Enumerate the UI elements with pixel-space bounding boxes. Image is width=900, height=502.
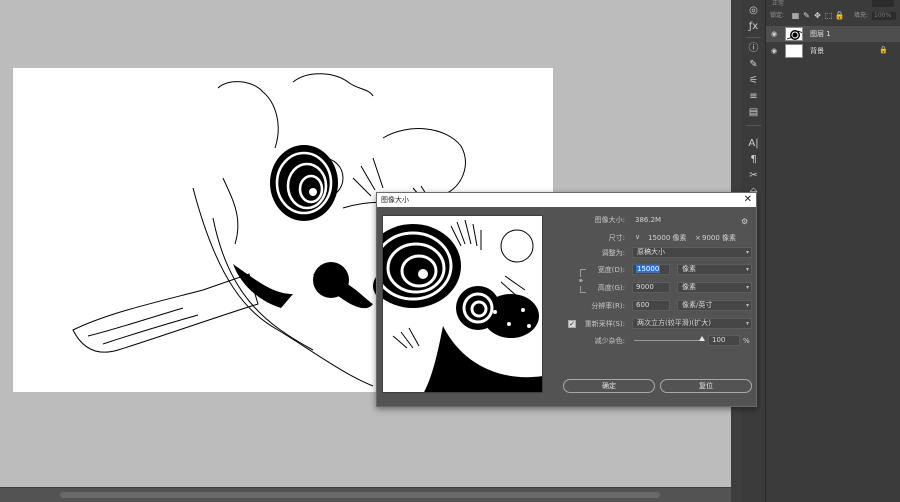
fx-icon[interactable]: ƒx xyxy=(745,20,762,34)
paragraph-icon[interactable]: ¶ xyxy=(745,153,762,167)
height-value: 9000 xyxy=(636,283,654,291)
dimensions-width: 15000 像素 xyxy=(648,234,687,242)
text-icon[interactable]: A| xyxy=(745,137,762,151)
layers-panel: 正常 锁定: ▦ ✎ ✥ ⬚ 🔒 填充: 100% ◉ 图层 1 ◉ 背景 🔒 xyxy=(766,0,900,502)
tools-icon[interactable]: ✂ xyxy=(745,169,762,183)
slider-thumb[interactable] xyxy=(699,336,705,341)
lock-artboard-icon[interactable]: ⬚ xyxy=(823,9,834,23)
visibility-eye-icon[interactable]: ◉ xyxy=(771,47,779,55)
opacity-field[interactable] xyxy=(872,0,894,7)
horizontal-scrollbar[interactable] xyxy=(0,487,731,502)
reduce-noise-input[interactable]: 100 xyxy=(708,335,740,346)
width-value: 15000 xyxy=(636,265,661,273)
chevron-down-icon: ▾ xyxy=(745,284,749,291)
reset-button[interactable]: 复位 xyxy=(660,379,752,393)
reduce-noise-label: 减少杂色: xyxy=(594,337,625,345)
scrollbar-thumb[interactable] xyxy=(60,492,660,498)
lock-row: 锁定: ▦ ✎ ✥ ⬚ 🔒 填充: 100% xyxy=(766,9,900,23)
fit-to-select[interactable]: 原稿大小 ▾ xyxy=(632,247,752,258)
resolution-value: 600 xyxy=(636,301,650,309)
resample-method-select[interactable]: 两次立方(较平滑)(扩大) ▾ xyxy=(632,318,752,329)
height-unit-select[interactable]: 像素 ▾ xyxy=(677,282,752,293)
chevron-down-icon: ▾ xyxy=(745,320,749,327)
layer-thumbnail xyxy=(785,27,803,41)
layer-name[interactable]: 图层 1 xyxy=(810,29,831,39)
percent-unit: % xyxy=(743,337,750,345)
image-size-dialog: 图像大小 ✕ 图像大小: 386.2M ⚙ 尺寸: ∨ 15000 像素 × 9… xyxy=(376,192,757,407)
lock-move-icon[interactable]: ✥ xyxy=(812,9,823,23)
gear-icon[interactable]: ⚙ xyxy=(741,217,748,226)
height-label: 高度(G): xyxy=(597,284,625,292)
dialog-title: 图像大小 xyxy=(381,196,409,204)
width-unit: 像素 xyxy=(682,265,696,273)
info-icon[interactable]: ⓘ xyxy=(745,42,762,56)
lock-transparency-icon[interactable]: ▦ xyxy=(790,9,801,23)
resolution-input[interactable]: 600 xyxy=(632,300,670,311)
fill-field[interactable]: 100% xyxy=(872,12,896,20)
dimensions-height: 9000 像素 xyxy=(702,234,737,242)
visibility-eye-icon[interactable]: ◉ xyxy=(771,30,779,38)
clone-icon[interactable]: ▤ xyxy=(745,106,762,120)
resample-method: 两次立方(较平滑)(扩大) xyxy=(637,319,711,327)
chevron-down-icon: ▾ xyxy=(745,249,749,256)
lock-label: 锁定: xyxy=(770,12,785,19)
layer-thumbnail xyxy=(785,44,803,58)
resample-checkbox[interactable]: ✓ xyxy=(568,320,576,328)
dimensions-label: 尺寸: xyxy=(608,234,625,242)
layer-row-1[interactable]: ◉ 图层 1 xyxy=(766,26,900,42)
width-input[interactable]: 15000 xyxy=(632,264,670,275)
image-size-value: 386.2M xyxy=(635,216,662,224)
resolution-unit: 像素/英寸 xyxy=(682,301,713,309)
layer-name[interactable]: 背景 xyxy=(810,46,824,56)
resolution-unit-select[interactable]: 像素/英寸 ▾ xyxy=(677,300,752,311)
tool-divider xyxy=(746,125,761,126)
tool-divider xyxy=(746,37,761,38)
lock-icon: 🔒 xyxy=(879,46,888,54)
dialog-titlebar[interactable]: 图像大小 ✕ xyxy=(377,193,756,207)
dial-icon[interactable]: ◎ xyxy=(745,4,762,18)
height-input[interactable]: 9000 xyxy=(632,282,670,293)
fill-label: 填充: xyxy=(854,12,869,19)
blend-mode-row: 正常 xyxy=(766,0,900,8)
sliders-icon[interactable]: ⚟ xyxy=(745,74,762,88)
brush-icon[interactable]: ✎ xyxy=(745,58,762,72)
layer-row-background[interactable]: ◉ 背景 🔒 xyxy=(766,43,900,59)
fit-to-label: 调整为: xyxy=(601,249,625,257)
fit-to-value: 原稿大小 xyxy=(637,248,665,256)
reduce-noise-value: 100 xyxy=(712,336,726,344)
image-size-label: 图像大小: xyxy=(594,216,625,224)
width-unit-select[interactable]: 像素 ▾ xyxy=(677,264,752,275)
close-icon[interactable]: ✕ xyxy=(744,193,752,206)
ok-button[interactable]: 确定 xyxy=(563,379,655,393)
adjust-icon[interactable]: ≡ xyxy=(745,90,762,104)
resample-label: 重新采样(S): xyxy=(584,320,625,328)
resolution-label: 分辨率(R): xyxy=(591,302,625,310)
lock-paint-icon[interactable]: ✎ xyxy=(801,9,812,23)
image-preview[interactable] xyxy=(382,215,543,393)
reduce-noise-slider[interactable] xyxy=(634,340,704,341)
blend-mode-select[interactable]: 正常 xyxy=(772,0,784,7)
chevron-down-icon[interactable]: ∨ xyxy=(635,233,640,241)
lock-all-icon[interactable]: 🔒 xyxy=(834,9,845,23)
width-label: 宽度(D): xyxy=(597,266,625,274)
chevron-down-icon: ▾ xyxy=(745,302,749,309)
height-unit: 像素 xyxy=(682,283,696,291)
dimensions-times: × xyxy=(695,234,701,242)
chevron-down-icon: ▾ xyxy=(745,266,749,273)
